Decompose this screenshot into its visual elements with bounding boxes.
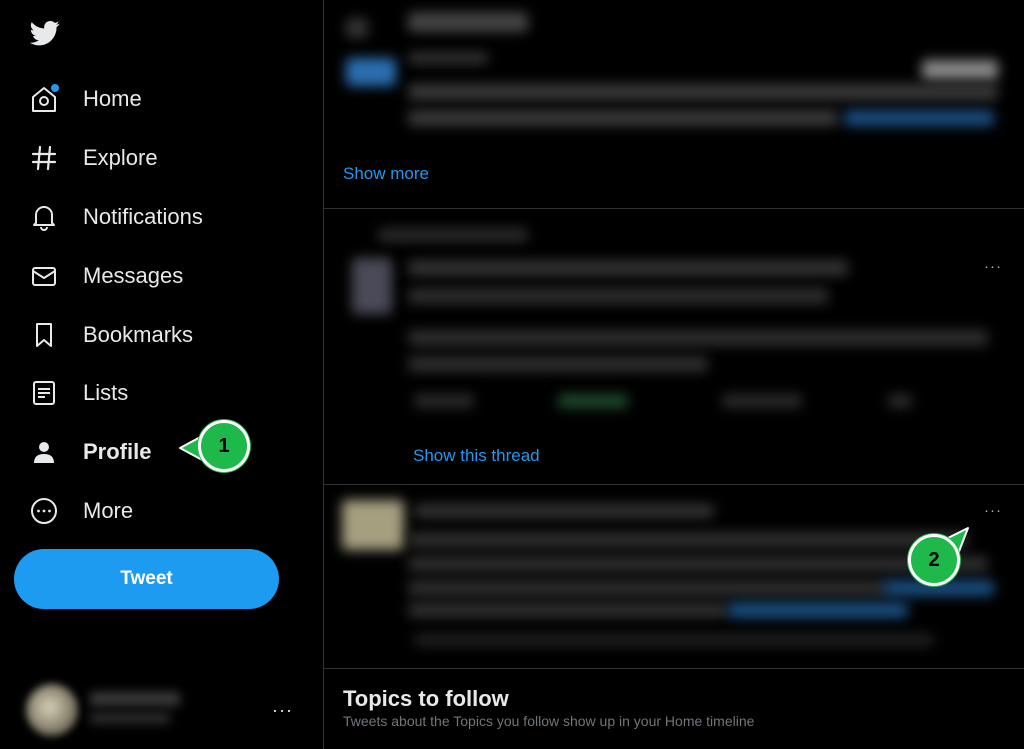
show-thread-link[interactable]: Show this thread	[413, 446, 540, 466]
tweet-link-blurred	[728, 602, 908, 618]
account-name-blurred	[90, 692, 180, 706]
bell-icon	[28, 201, 60, 233]
nav-label: Messages	[83, 263, 184, 288]
nav-label: Profile	[83, 439, 152, 464]
timeline: Show more ··· Show this thread ··· Topic…	[323, 0, 1024, 749]
hashtag-icon	[28, 142, 60, 174]
nav-item-notifications[interactable]: Notifications	[28, 197, 203, 237]
account-switcher[interactable]: ···	[20, 684, 303, 740]
topics-heading: Topics to follow	[343, 686, 509, 711]
divider	[324, 484, 1024, 485]
nav-item-messages[interactable]: Messages	[28, 256, 183, 296]
bookmark-icon	[28, 319, 60, 351]
tweet-more-icon[interactable]: ···	[984, 258, 1002, 275]
author-line-blurred	[414, 504, 714, 518]
tweet-button[interactable]: Tweet	[14, 549, 279, 609]
author-line-blurred	[408, 260, 848, 276]
avatar-blurred	[352, 258, 392, 314]
nav-label: More	[83, 498, 134, 523]
author-meta-blurred	[408, 52, 488, 64]
tweet-more-icon[interactable]: ···	[984, 502, 1002, 519]
avatar-blurred	[346, 58, 396, 86]
tweet-text-blurred	[408, 84, 998, 100]
nav-label: Notifications	[83, 204, 203, 229]
callout-2: 2	[908, 534, 960, 586]
action-bar-blurred	[414, 634, 934, 646]
avatar	[26, 684, 78, 736]
back-arrow-blurred	[346, 18, 368, 38]
follow-button-blurred	[922, 60, 998, 80]
list-icon	[28, 377, 60, 409]
account-more-icon[interactable]: ···	[272, 700, 293, 721]
action-bar-blurred	[722, 394, 802, 408]
tweet-text-blurred	[408, 556, 988, 572]
nav-label: Bookmarks	[83, 322, 194, 347]
retweet-context-blurred	[378, 228, 528, 242]
nav-item-lists[interactable]: Lists	[28, 373, 128, 413]
nav-item-bookmarks[interactable]: Bookmarks	[28, 315, 193, 355]
action-bar-blurred	[558, 394, 628, 408]
envelope-icon	[28, 260, 60, 292]
tweet-text-blurred	[408, 356, 708, 372]
tweet-text-blurred	[408, 580, 888, 596]
show-more-link[interactable]: Show more	[343, 164, 429, 184]
nav-label: Lists	[83, 380, 129, 405]
nav-label: Explore	[83, 145, 158, 170]
nav-item-profile[interactable]: Profile	[28, 432, 151, 472]
topics-subtitle: Tweets about the Topics you follow show …	[343, 713, 755, 729]
notification-dot	[51, 84, 59, 92]
tweet-text-blurred	[408, 330, 988, 346]
sidebar: Home Explore Notifications Messages Book…	[0, 0, 323, 749]
twitter-bird-icon[interactable]	[28, 18, 62, 48]
action-bar-blurred	[414, 394, 474, 408]
tweet-text-blurred	[408, 110, 838, 126]
tweet-text-blurred	[408, 288, 828, 304]
divider	[324, 208, 1024, 209]
divider	[324, 668, 1024, 669]
more-circle-icon	[28, 495, 60, 527]
home-icon	[28, 83, 60, 115]
nav-item-home[interactable]: Home	[28, 79, 142, 119]
nav-label: Home	[83, 86, 142, 111]
avatar-blurred	[342, 500, 404, 550]
tweet-text-blurred	[408, 532, 968, 548]
callout-1: 1	[198, 420, 250, 472]
tweet-text-blurred	[408, 602, 728, 618]
account-handle-blurred	[90, 712, 170, 724]
action-bar-blurred	[888, 394, 912, 408]
author-name-blurred	[408, 12, 528, 32]
tweet-link-blurred	[844, 110, 994, 126]
nav-item-more[interactable]: More	[28, 491, 133, 531]
person-icon	[28, 436, 60, 468]
nav-item-explore[interactable]: Explore	[28, 138, 158, 178]
